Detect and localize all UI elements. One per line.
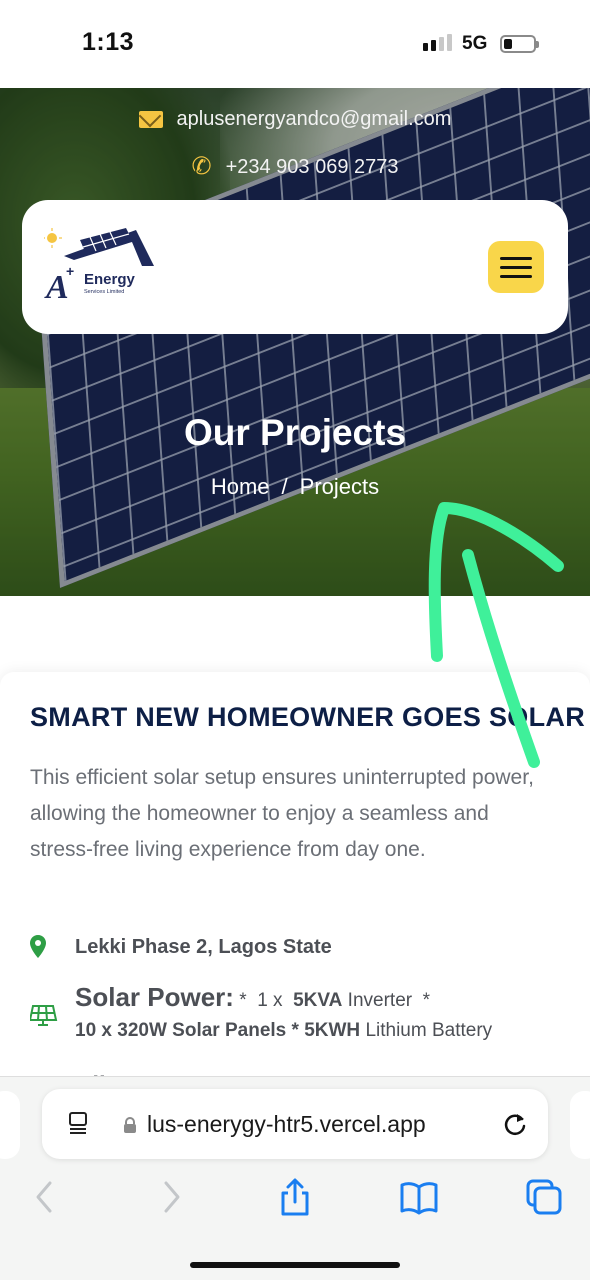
status-time: 1:13 <box>82 28 135 56</box>
cellular-signal-icon <box>423 34 452 51</box>
company-logo[interactable]: A + Energy Services Limited <box>44 226 164 308</box>
browser-toolbar <box>0 1177 590 1227</box>
project-card: SMART NEW HOMEOWNER GOES SOLAR This effi… <box>0 672 590 1092</box>
project-location: Lekki Phase 2, Lagos State <box>75 936 332 958</box>
navbar: A + Energy Services Limited <box>22 200 568 334</box>
project-description: This efficient solar setup ensures unint… <box>30 766 534 861</box>
hamburger-menu-button[interactable] <box>488 241 544 293</box>
contact-email-row[interactable]: aplusenergyandco@gmail.com <box>0 108 590 131</box>
solar-power-label: Solar Power: <box>75 982 234 1012</box>
project-title: SMART NEW HOMEOWNER GOES SOLAR <box>30 702 585 732</box>
contact-phone-row[interactable]: ✆ +234 903 069 2773 <box>0 155 590 179</box>
bookmarks-icon[interactable] <box>399 1177 439 1217</box>
back-icon[interactable] <box>24 1177 64 1217</box>
tabs-icon[interactable] <box>524 1177 564 1217</box>
hamburger-icon <box>500 256 532 260</box>
page-menu-icon[interactable] <box>68 1111 90 1135</box>
hero-banner: aplusenergyandco@gmail.com ✆ +234 903 06… <box>0 88 590 596</box>
address-bar[interactable]: lus-enerygy-htr5.vercel.app <box>42 1089 548 1159</box>
svg-text:Services Limited: Services Limited <box>84 289 124 295</box>
breadcrumb-current: Projects <box>299 474 380 499</box>
lock-icon <box>124 1117 136 1133</box>
location-pin-icon <box>30 935 46 958</box>
svg-text:A: A <box>44 269 69 306</box>
phone-icon: ✆ <box>191 153 212 180</box>
breadcrumb-separator: / <box>281 474 288 499</box>
page-title: Our Projects <box>183 412 407 453</box>
contact-email[interactable]: aplusenergyandco@gmail.com <box>177 108 452 131</box>
contact-phone[interactable]: +234 903 069 2773 <box>226 156 399 179</box>
project-location-row: Lekki Phase 2, Lagos State <box>30 934 332 960</box>
envelope-icon <box>138 111 163 128</box>
browser-bottom-bar: lus-enerygy-htr5.vercel.app <box>0 1076 590 1280</box>
next-tab-peek[interactable] <box>570 1091 590 1159</box>
solar-panel-icon <box>30 1005 58 1026</box>
svg-text:+: + <box>66 263 74 279</box>
status-bar: 1:13 5G <box>0 0 590 88</box>
network-type: 5G <box>462 33 488 54</box>
previous-tab-peek[interactable] <box>0 1091 20 1159</box>
breadcrumb-home[interactable]: Home <box>211 474 270 499</box>
breadcrumb: Home / Projects <box>0 474 590 500</box>
svg-text:Energy: Energy <box>84 271 136 288</box>
share-icon[interactable] <box>275 1177 315 1217</box>
battery-icon <box>500 35 539 53</box>
forward-icon[interactable] <box>152 1177 192 1217</box>
reload-icon[interactable] <box>502 1111 528 1137</box>
url-text[interactable]: lus-enerygy-htr5.vercel.app <box>147 1111 426 1138</box>
home-indicator[interactable] <box>190 1262 400 1268</box>
solar-power-row: Solar Power: * 1 x 5KVA Inverter * 10 x … <box>30 980 555 1048</box>
